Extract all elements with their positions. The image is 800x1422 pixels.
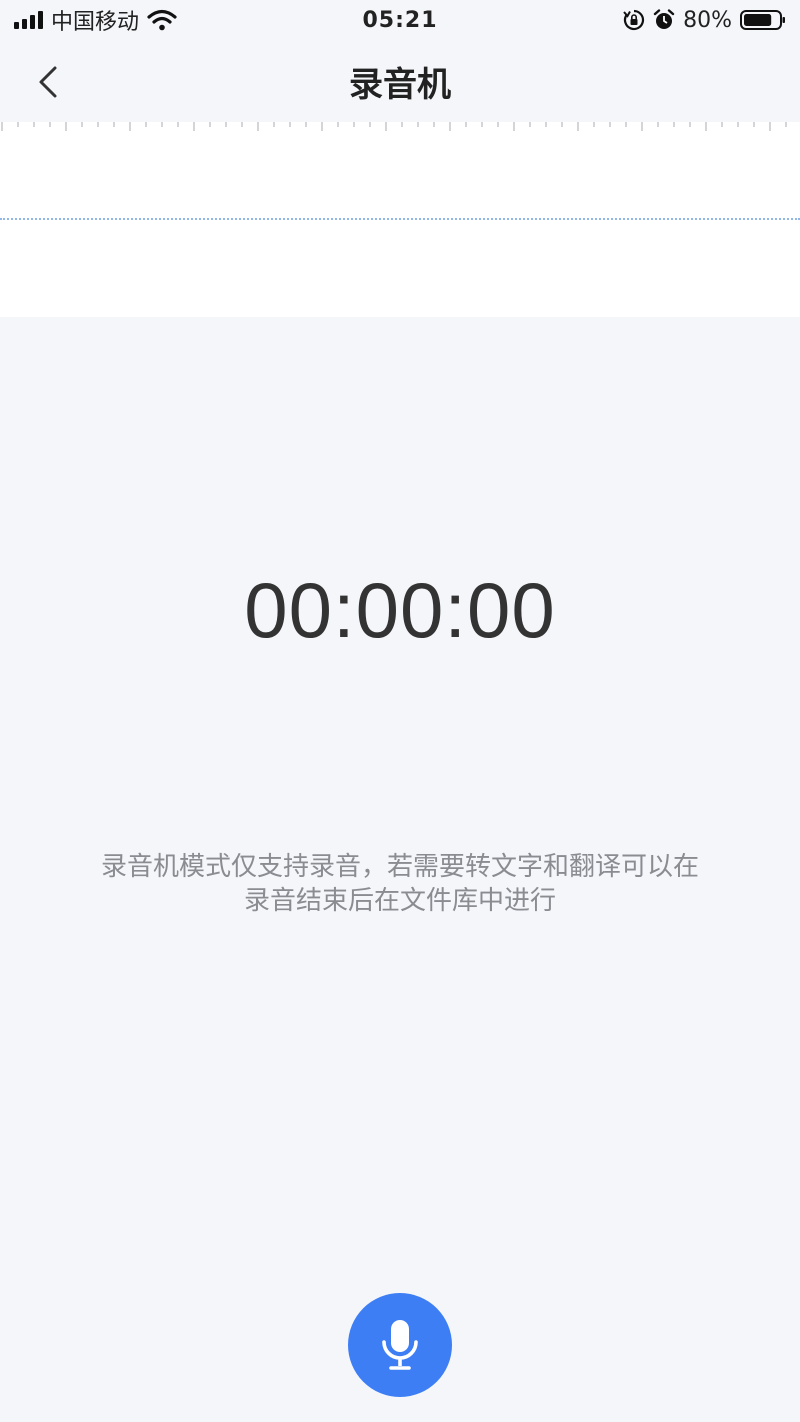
battery-icon — [740, 10, 785, 30]
status-bar: 中国移动 80% 05:21 — [0, 0, 800, 40]
recording-timer: 00:00:00 — [244, 565, 556, 654]
status-bar-right: 80% — [623, 8, 786, 33]
battery-percent: 80% — [683, 7, 732, 33]
wifi-icon — [147, 9, 177, 31]
orientation-lock-icon — [623, 9, 645, 31]
page-title: 录音机 — [349, 64, 451, 105]
hint-line-2: 录音结束后在文件库中进行 — [243, 886, 556, 916]
waveform-area — [0, 122, 800, 317]
recorder-hint: 录音机模式仅支持录音，若需要转文字和翻译可以在 录音结束后在文件库中进行 — [70, 850, 730, 918]
signal-icon — [14, 11, 43, 29]
nav-bar: 录音机 — [0, 40, 800, 122]
alarm-icon — [653, 9, 675, 29]
record-button[interactable] — [348, 1293, 452, 1397]
waveform-baseline — [0, 218, 800, 220]
time-ruler — [1, 122, 787, 131]
carrier-name: 中国移动 — [51, 10, 140, 35]
status-bar-left: 中国移动 — [14, 4, 177, 36]
hint-line-1: 录音机模式仅支持录音，若需要转文字和翻译可以在 — [100, 852, 699, 882]
microphone-icon — [382, 1320, 418, 1370]
